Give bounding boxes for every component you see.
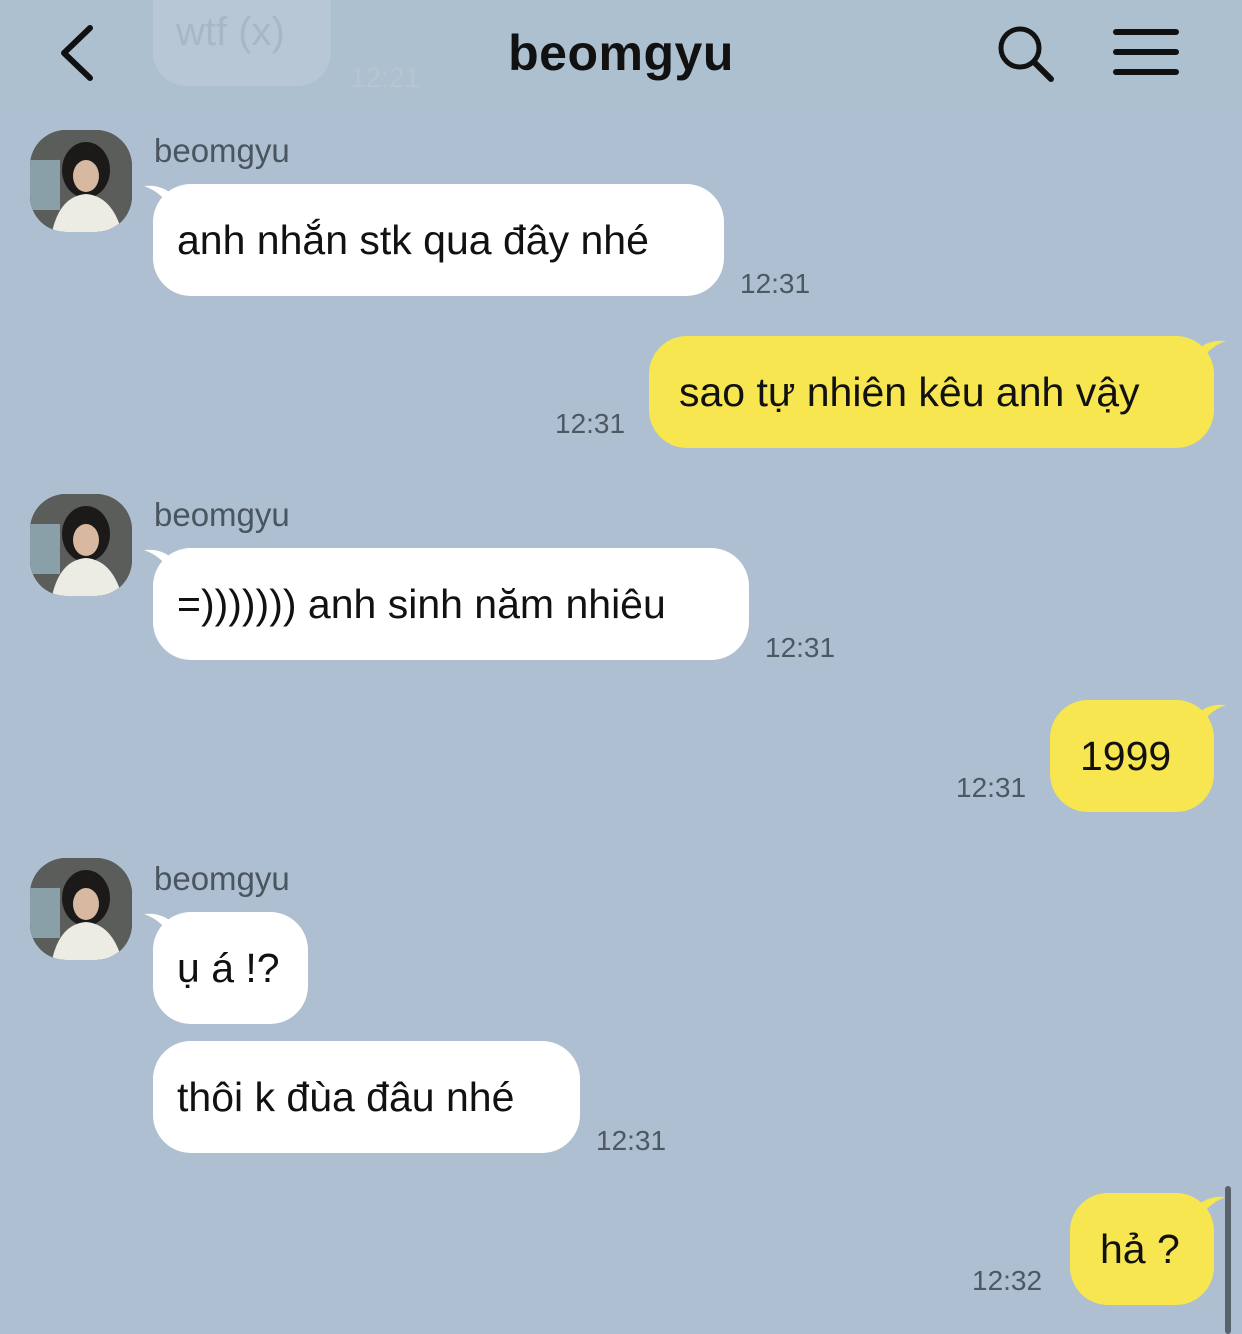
sender-avatar[interactable] — [30, 858, 132, 960]
message-timestamp: 12:31 — [555, 408, 626, 439]
search-icon[interactable] — [994, 22, 1058, 86]
message-timestamp: 12:31 — [596, 1125, 667, 1156]
incoming-message-bubble[interactable]: thôi k đùa đâu nhé — [153, 1041, 580, 1153]
previous-message-time: 12:21 — [350, 62, 421, 93]
outgoing-message-bubble[interactable]: hả ? — [1070, 1193, 1214, 1305]
incoming-message-bubble[interactable]: ụ á !? — [153, 912, 308, 1024]
sender-name: beomgyu — [154, 132, 290, 169]
outgoing-message-bubble[interactable]: 1999 — [1050, 700, 1214, 812]
message-timestamp: 12:31 — [956, 772, 1027, 803]
sender-name: beomgyu — [154, 496, 290, 533]
avatar-photo — [30, 858, 132, 960]
message-timestamp: 12:31 — [740, 268, 811, 299]
message-timestamp: 12:32 — [972, 1265, 1043, 1296]
incoming-message-bubble[interactable]: anh nhắn stk qua đây nhé — [153, 184, 724, 296]
sender-avatar[interactable] — [30, 130, 132, 232]
sender-avatar[interactable] — [30, 494, 132, 596]
incoming-message-bubble[interactable]: =))))))) anh sinh năm nhiêu — [153, 548, 749, 660]
menu-icon[interactable] — [1112, 24, 1180, 80]
outgoing-message-bubble[interactable]: sao tự nhiên kêu anh vậy — [649, 336, 1214, 448]
avatar-photo — [30, 130, 132, 232]
sender-name: beomgyu — [154, 860, 290, 897]
scrollbar[interactable] — [1225, 1186, 1231, 1334]
avatar-photo — [30, 494, 132, 596]
message-timestamp: 12:31 — [765, 632, 836, 663]
previous-message-text: wtf (x) — [176, 10, 285, 54]
